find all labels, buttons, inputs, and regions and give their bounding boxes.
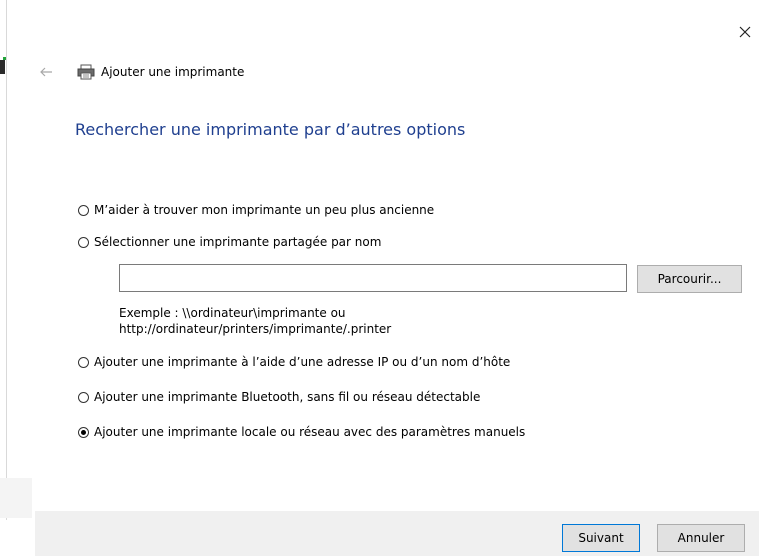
status-indicator-icon <box>3 57 6 60</box>
option-ip-address[interactable]: Ajouter une imprimante à l’aide d’une ad… <box>78 355 510 369</box>
radio-button[interactable] <box>78 356 89 368</box>
option-label: Ajouter une imprimante à l’aide d’une ad… <box>94 355 511 369</box>
back-button[interactable] <box>37 64 55 80</box>
option-shared-by-name[interactable]: Sélectionner une imprimante partagée par… <box>78 235 381 249</box>
back-arrow-icon <box>40 67 52 77</box>
radio-button[interactable] <box>78 391 89 403</box>
background-panel <box>0 478 32 518</box>
dialog-footer <box>35 511 759 556</box>
next-button[interactable]: Suivant <box>562 524 640 552</box>
radio-button-selected[interactable] <box>78 426 89 438</box>
taskbar-app-icon <box>0 60 5 74</box>
cancel-button[interactable]: Annuler <box>657 524 745 552</box>
example-text: Exemple : \\ordinateur\imprimante ou htt… <box>119 305 391 337</box>
window-border <box>6 0 7 520</box>
option-older-printer[interactable]: M’aider à trouver mon imprimante un peu … <box>78 203 434 217</box>
window-title-bar: Ajouter une imprimante <box>77 62 244 82</box>
browse-button[interactable]: Parcourir... <box>637 265 742 293</box>
page-heading: Rechercher une imprimante par d’autres o… <box>75 120 466 139</box>
left-window-edge <box>0 0 8 556</box>
shared-printer-name-input[interactable] <box>119 264 627 292</box>
option-label: Ajouter une imprimante Bluetooth, sans f… <box>94 390 481 404</box>
close-icon <box>739 26 751 38</box>
option-label: Ajouter une imprimante locale ou réseau … <box>94 425 526 439</box>
window-title: Ajouter une imprimante <box>101 65 245 79</box>
option-bluetooth-wireless[interactable]: Ajouter une imprimante Bluetooth, sans f… <box>78 390 480 404</box>
example-line-2: http://ordinateur/printers/imprimante/.p… <box>119 322 392 336</box>
radio-button[interactable] <box>78 236 89 248</box>
example-line-1: Exemple : \\ordinateur\imprimante ou <box>119 306 346 320</box>
radio-button[interactable] <box>78 204 89 216</box>
option-local-manual[interactable]: Ajouter une imprimante locale ou réseau … <box>78 425 525 439</box>
close-button[interactable] <box>737 24 753 40</box>
option-label: Sélectionner une imprimante partagée par… <box>94 235 382 249</box>
option-label: M’aider à trouver mon imprimante un peu … <box>94 203 435 217</box>
printer-icon <box>77 64 95 80</box>
